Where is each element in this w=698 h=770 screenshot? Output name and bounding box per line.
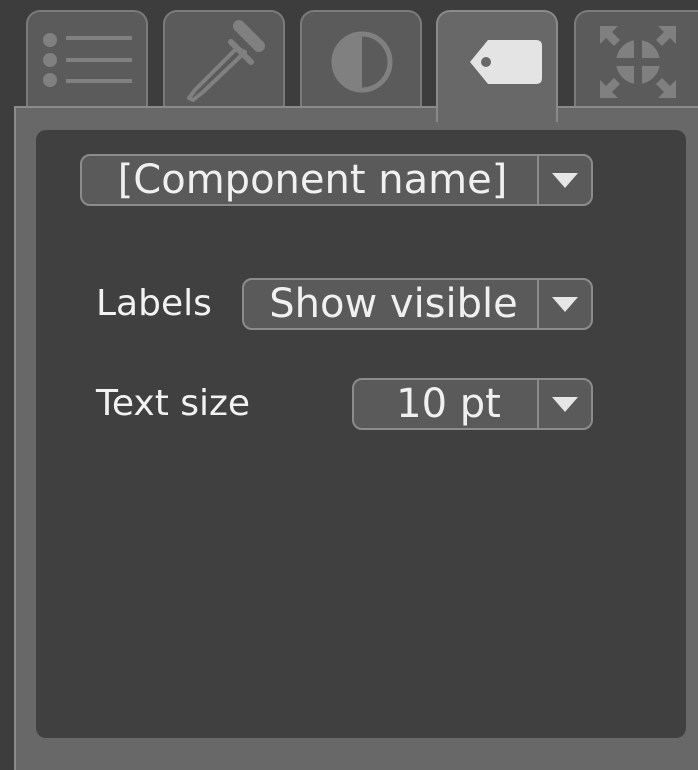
label-settings-panel: [Component name] Labels Show visible Tex… bbox=[0, 0, 698, 770]
contrast-icon bbox=[331, 31, 393, 93]
component-dropdown-button[interactable] bbox=[537, 156, 591, 204]
list-icon bbox=[43, 33, 132, 87]
tab-eyedropper[interactable] bbox=[163, 10, 285, 110]
labels-dropdown-button[interactable] bbox=[537, 280, 591, 328]
chevron-down-icon bbox=[552, 397, 578, 412]
labels-dropdown[interactable]: Show visible bbox=[242, 278, 593, 330]
panel-content bbox=[36, 130, 686, 738]
text-size-value: 10 pt bbox=[396, 381, 501, 427]
tab-fit[interactable] bbox=[574, 10, 698, 110]
tag-icon bbox=[470, 40, 542, 84]
component-name-value: [Component name] bbox=[117, 157, 508, 203]
chevron-down-icon bbox=[552, 173, 578, 188]
text-size-dropdown[interactable]: 10 pt bbox=[352, 378, 593, 430]
chevron-down-icon bbox=[552, 297, 578, 312]
tab-label[interactable] bbox=[436, 10, 558, 122]
text-size-label: Text size bbox=[96, 383, 251, 424]
eyedropper-icon bbox=[187, 20, 265, 102]
component-name-dropdown[interactable]: [Component name] bbox=[80, 154, 593, 206]
text-size-dropdown-button[interactable] bbox=[537, 380, 591, 428]
labels-label: Labels bbox=[96, 283, 212, 324]
labels-value: Show visible bbox=[269, 281, 518, 327]
tab-list[interactable] bbox=[26, 10, 148, 110]
tab-contrast[interactable] bbox=[300, 10, 422, 110]
fit-expand-icon bbox=[600, 26, 676, 98]
